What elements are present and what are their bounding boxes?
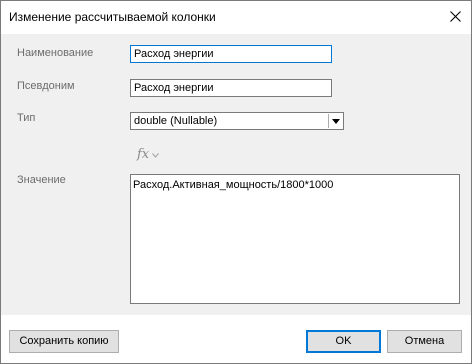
type-label: Тип [17,112,36,124]
alias-input[interactable]: Расход энергии [130,79,332,97]
button-bar: Сохранить копию OK Отмена [1,315,471,363]
form-area: Наименование Расход энергии Псевдоним Ра… [1,34,471,315]
alias-label: Псевдоним [17,80,75,92]
value-label: Значение [17,174,66,186]
chevron-down-icon [332,119,340,124]
fx-chevron-down-icon[interactable] [152,153,159,158]
function-fx-icon[interactable]: fx [137,147,149,162]
type-select[interactable]: double (Nullable) [130,112,344,130]
cancel-button[interactable]: Отмена [387,330,462,353]
dropdown-arrow[interactable] [328,114,342,128]
title-bar: Изменение рассчитываемой колонки [1,1,471,33]
calculated-column-dialog: Изменение рассчитываемой колонки Наимено… [0,0,472,364]
name-input[interactable]: Расход энергии [130,45,332,63]
value-textarea[interactable]: Расход.Активная_мощность/1800*1000 [130,174,460,304]
ok-button[interactable]: OK [306,330,381,353]
name-label: Наименование [17,47,94,59]
close-button[interactable] [441,1,471,33]
type-select-value: double (Nullable) [134,115,218,127]
close-icon [450,11,461,22]
save-copy-button[interactable]: Сохранить копию [9,330,119,353]
window-title: Изменение рассчитываемой колонки [9,10,216,24]
